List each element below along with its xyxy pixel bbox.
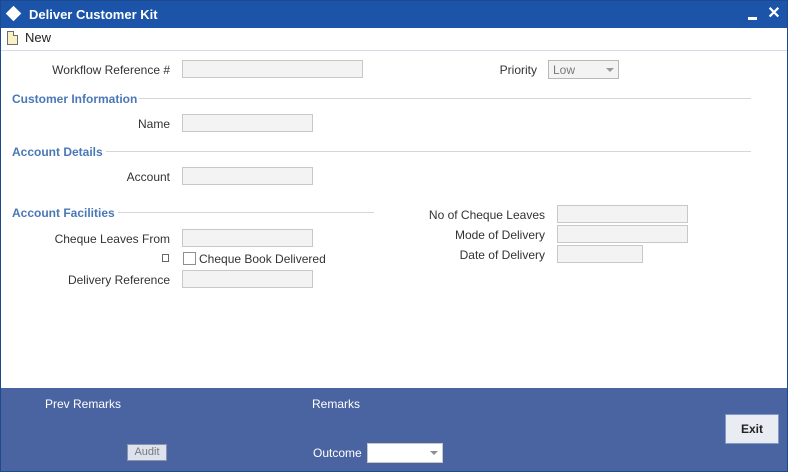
no-of-cheque-leaves-input[interactable] — [557, 205, 688, 223]
workflow-reference-input[interactable] — [182, 60, 363, 78]
priority-label: Priority — [499, 63, 537, 77]
minimize-button[interactable] — [744, 5, 760, 23]
cheque-leaves-from-input[interactable] — [182, 229, 313, 247]
exit-button[interactable]: Exit — [725, 414, 779, 444]
delivery-reference-label: Delivery Reference — [67, 273, 170, 287]
chevron-down-icon — [430, 451, 438, 455]
minimize-icon — [748, 17, 757, 20]
outcome-select[interactable] — [367, 443, 443, 463]
name-label: Name — [137, 117, 170, 131]
chevron-down-icon — [606, 68, 614, 72]
name-input[interactable] — [182, 114, 313, 132]
cheque-leaves-from-label: Cheque Leaves From — [54, 232, 170, 246]
toolbar: New — [1, 28, 787, 51]
deliver-customer-kit-window: Deliver Customer Kit ✕ New Workflow Refe… — [0, 0, 788, 472]
customer-information-title: Customer Information — [12, 92, 138, 106]
date-of-delivery-label: Date of Delivery — [459, 248, 545, 262]
window-title: Deliver Customer Kit — [29, 7, 158, 22]
account-facilities-divider — [118, 212, 374, 213]
title-bar: Deliver Customer Kit ✕ — [1, 1, 787, 28]
diamond-app-icon — [5, 5, 22, 22]
mode-of-delivery-input[interactable] — [557, 225, 688, 243]
cheque-book-delivered-checkbox[interactable] — [183, 252, 196, 265]
prev-remarks-label[interactable]: Prev Remarks — [45, 397, 121, 411]
footer-panel: Prev Remarks Remarks Audit Outcome Exit — [1, 388, 787, 471]
delivery-reference-input[interactable] — [182, 270, 313, 288]
small-square-icon — [162, 254, 169, 262]
mode-of-delivery-label: Mode of Delivery — [454, 228, 545, 242]
new-document-icon[interactable] — [7, 31, 18, 45]
audit-button[interactable]: Audit — [127, 444, 167, 461]
workflow-reference-label: Workflow Reference # — [52, 63, 170, 77]
account-details-divider — [106, 151, 751, 152]
account-details-title: Account Details — [12, 145, 103, 159]
date-of-delivery-input[interactable] — [557, 245, 643, 263]
account-label: Account — [126, 170, 170, 184]
remarks-label[interactable]: Remarks — [312, 397, 360, 411]
customer-information-divider — [139, 98, 751, 99]
no-of-cheque-leaves-label: No of Cheque Leaves — [428, 208, 545, 222]
cheque-book-delivered-label: Cheque Book Delivered — [199, 252, 326, 266]
account-input[interactable] — [182, 167, 313, 185]
priority-value: Low — [553, 63, 576, 77]
close-button[interactable]: ✕ — [766, 5, 782, 23]
new-button[interactable]: New — [25, 30, 51, 45]
account-facilities-title: Account Facilities — [12, 206, 115, 220]
outcome-label: Outcome — [313, 446, 362, 460]
priority-select[interactable]: Low — [548, 60, 619, 79]
